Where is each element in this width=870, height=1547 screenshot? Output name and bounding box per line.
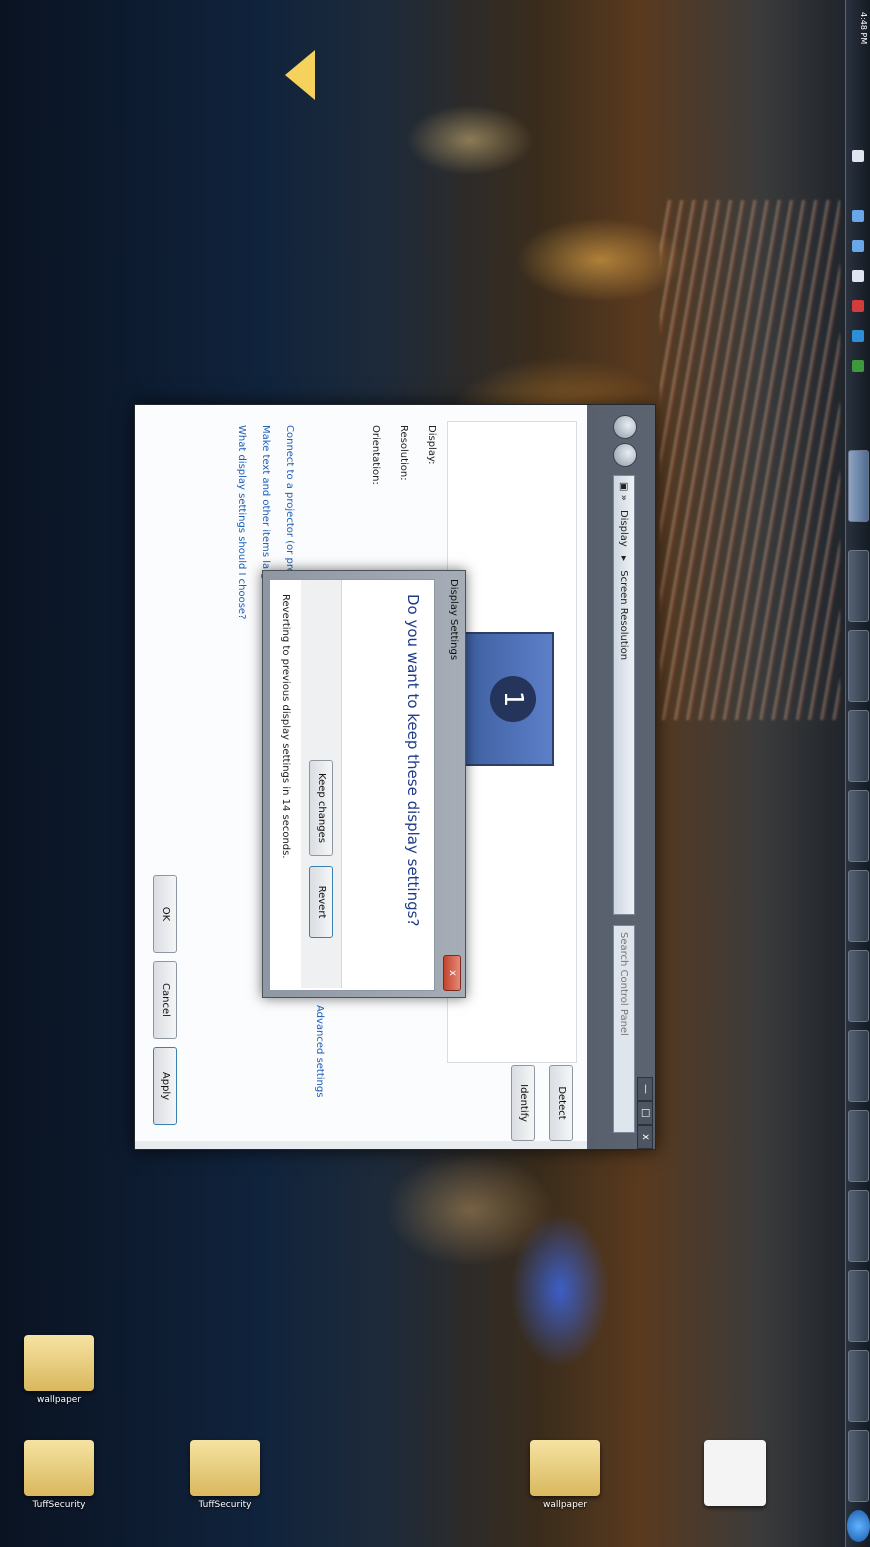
dialog-button-strip: Keep changes Revert <box>301 580 342 988</box>
taskbar-item[interactable] <box>848 1110 869 1182</box>
desktop-icon-label: TuffSecurity <box>198 1500 252 1510</box>
vertical-scrollbar[interactable] <box>135 1141 587 1149</box>
taskbar: 4:48 PM <box>845 0 870 1547</box>
taskbar-item[interactable] <box>848 550 869 622</box>
address-bar[interactable]: ▣ » Display ▸ Screen Resolution <box>613 475 635 915</box>
cancel-button[interactable]: Cancel <box>153 961 177 1039</box>
display-settings-dialog: Display Settings x Do you want to keep t… <box>262 570 466 998</box>
display-help-link[interactable]: What display settings should I choose? <box>236 425 247 619</box>
ok-button[interactable]: OK <box>153 875 177 953</box>
back-button[interactable] <box>613 415 637 439</box>
breadcrumb-arrow-icon: ▸ <box>618 556 629 562</box>
desktop-icon-label: TuffSecurity <box>32 1500 86 1510</box>
folder-icon <box>24 1335 94 1391</box>
display-settings-dialog-frame: Display Settings x Do you want to keep t… <box>262 570 466 998</box>
taskbar-item[interactable] <box>848 950 869 1022</box>
taskbar-item[interactable] <box>848 1430 869 1502</box>
folder-icon <box>190 1440 260 1496</box>
taskbar-item[interactable] <box>848 710 869 782</box>
start-button[interactable] <box>847 1510 870 1542</box>
dialog-body: Do you want to keep these display settin… <box>269 579 435 991</box>
minimize-button[interactable]: — <box>637 1077 653 1101</box>
revert-button[interactable]: Revert <box>309 866 333 938</box>
desktop-icon-label: wallpaper <box>542 1500 588 1510</box>
monitor-number: 1 <box>490 676 536 722</box>
taskbar-item[interactable] <box>848 1270 869 1342</box>
taskbar-item-control-panel[interactable] <box>848 450 869 522</box>
tray-app-icon[interactable] <box>852 240 864 252</box>
apply-button[interactable]: Apply <box>153 1047 177 1125</box>
monitor-preview[interactable]: 1 <box>462 632 554 766</box>
forward-button[interactable] <box>613 443 637 467</box>
control-panel-icon: ▣ » <box>618 482 629 501</box>
taskbar-item[interactable] <box>848 1190 869 1262</box>
breadcrumb-display[interactable]: Display <box>618 510 629 547</box>
advanced-settings-link[interactable]: Advanced settings <box>314 1005 325 1097</box>
taskbar-clock[interactable]: 4:48 PM <box>859 12 868 44</box>
identify-button[interactable]: Identify <box>511 1065 535 1141</box>
close-button[interactable]: x <box>637 1125 653 1149</box>
desktop-icon-label: wallpaper <box>36 1395 82 1405</box>
display-preview-area: 1 <box>447 421 577 1063</box>
dialog-question: Do you want to keep these display settin… <box>404 594 422 927</box>
breadcrumb-screen-resolution[interactable]: Screen Resolution <box>618 570 629 660</box>
taskbar-item[interactable] <box>848 1350 869 1422</box>
search-input[interactable]: Search Control Panel <box>613 925 635 1133</box>
tray-app-icon[interactable] <box>852 330 864 342</box>
taskbar-item[interactable] <box>848 1030 869 1102</box>
detect-button[interactable]: Detect <box>549 1065 573 1141</box>
desktop-icon-tuffsecurity-2[interactable]: TuffSecurity <box>180 1440 270 1510</box>
tray-flag-icon[interactable] <box>852 150 864 162</box>
desktop-icon-tuffsecurity[interactable]: TuffSecurity <box>14 1440 104 1510</box>
revert-countdown-text: Reverting to previous display settings i… <box>280 594 291 859</box>
maximize-button[interactable]: □ <box>637 1101 653 1125</box>
folder-icon <box>530 1440 600 1496</box>
taskbar-item[interactable] <box>848 870 869 942</box>
tray-app-icon[interactable] <box>852 210 864 222</box>
display-label: Display: <box>426 425 437 465</box>
desktop-icon-wallpaper-2[interactable]: wallpaper <box>520 1440 610 1510</box>
wallpaper-dome <box>285 50 315 100</box>
window-titlebar: ▣ » Display ▸ Screen Resolution Search C… <box>587 405 655 1149</box>
keep-changes-button[interactable]: Keep changes <box>309 760 333 856</box>
desktop-icon-file[interactable] <box>690 1440 780 1510</box>
folder-icon <box>24 1440 94 1496</box>
dialog-close-button[interactable]: x <box>443 955 461 991</box>
wallpaper-light-streaks <box>660 200 840 720</box>
tray-network-icon[interactable] <box>852 360 864 372</box>
taskbar-item[interactable] <box>848 630 869 702</box>
resolution-label: Resolution: <box>398 425 409 481</box>
tray-alert-icon[interactable] <box>852 300 864 312</box>
tray-volume-icon[interactable] <box>852 270 864 282</box>
dialog-title: Display Settings <box>448 579 459 661</box>
desktop-icon-wallpaper[interactable]: wallpaper <box>14 1335 104 1405</box>
file-icon <box>704 1440 766 1506</box>
taskbar-item[interactable] <box>848 790 869 862</box>
orientation-label: Orientation: <box>370 425 381 485</box>
